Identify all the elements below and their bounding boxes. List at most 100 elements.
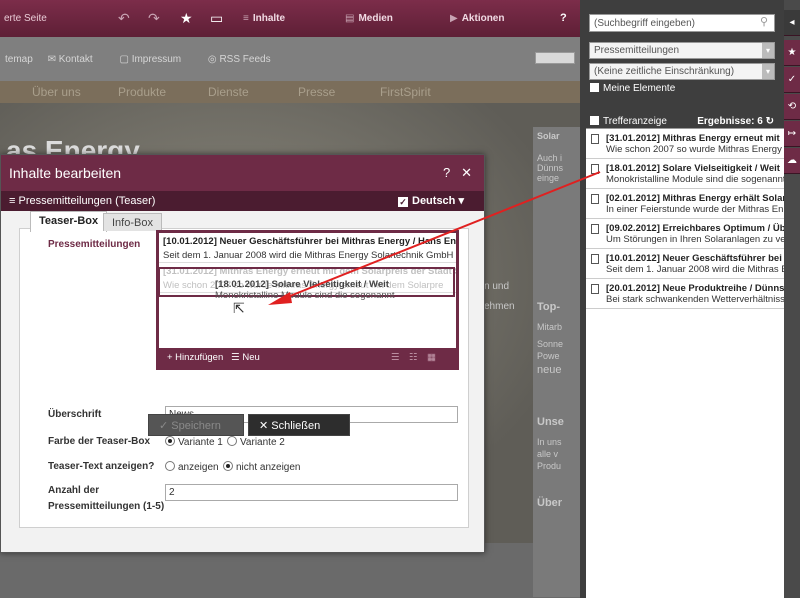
language-selector[interactable]: ✓ Deutsch ▾ <box>398 194 464 207</box>
tab-info-box[interactable]: Info-Box <box>103 213 162 231</box>
radio-label: anzeigen <box>178 462 219 473</box>
result-item[interactable]: [18.01.2012] Solare Vielseitigkeit / Wei… <box>586 159 784 189</box>
arrow-icon[interactable]: ↦ <box>784 121 800 147</box>
document-icon <box>591 254 599 264</box>
category-select[interactable]: Pressemitteilungen ▾ <box>589 42 775 59</box>
list-item-title: [10.01.2012] Neuer Geschäftsführer bei M… <box>163 236 456 247</box>
press-release-list[interactable]: [10.01.2012] Neuer Geschäftsführer bei M… <box>156 230 459 370</box>
save-button[interactable]: ✓ Speichern <box>148 414 244 436</box>
undo-icon[interactable]: ↶ <box>118 10 130 27</box>
menu-icon: ≡ <box>9 195 16 207</box>
radio-empty-icon <box>227 436 237 446</box>
radio-selected-icon <box>223 461 233 471</box>
help-button[interactable]: ? <box>560 12 567 24</box>
top-toolbar: erte Seite ↶ ↷ ★ ▭ ≡ Inhalte ▤ Medien ▶ Akt… <box>0 0 580 37</box>
dialog-close-icon[interactable]: ✕ <box>461 165 472 180</box>
nav-produkte[interactable]: Produkte <box>118 85 166 99</box>
result-item[interactable]: [10.01.2012] Neuer Geschäftsführer bei Se… <box>586 249 784 279</box>
col-line: neue <box>537 364 562 376</box>
result-summary: Seit dem 1. Januar 2008 wird die Mithras… <box>606 264 784 275</box>
result-list: [31.01.2012] Mithras Energy erneut mit Wi… <box>586 128 784 598</box>
redo-icon[interactable]: ↷ <box>148 10 160 27</box>
close-button[interactable]: ✕ Schließen <box>248 414 350 436</box>
nav-presse[interactable]: Presse <box>298 85 335 99</box>
collapse-icon[interactable]: ◂ <box>784 10 800 36</box>
my-elements-checkbox[interactable]: Meine Elemente <box>590 83 675 94</box>
menu-aktionen-label: Aktionen <box>461 13 505 24</box>
grid-view-icon[interactable]: ▦ <box>427 352 436 363</box>
hero-side-text: ehmen <box>484 301 515 312</box>
nav-dienste[interactable]: Dienste <box>208 85 249 99</box>
radio-nicht-anzeigen[interactable]: nicht anzeigen <box>223 461 301 473</box>
result-item[interactable]: [09.02.2012] Erreichbares Optimum / Üb Um… <box>586 219 784 249</box>
toplink-sitemap[interactable]: temap <box>5 54 33 65</box>
treffer-checkbox[interactable]: Trefferanzeige <box>590 116 667 127</box>
menu-inhalte-label: Inhalte <box>252 13 286 24</box>
add-button[interactable]: + Hinzufügen <box>167 352 223 363</box>
radio-variante-2[interactable]: Variante 2 <box>227 436 285 448</box>
toplink-kontakt-label: Kontakt <box>58 54 93 65</box>
search-input[interactable]: (Suchbegriff eingeben) <box>589 14 775 32</box>
site-right-column: Solar Auch i Dünns einge Top- Mitarb Son… <box>533 127 580 597</box>
favorites-icon[interactable]: ★ <box>784 40 800 66</box>
search-icon[interactable]: ⚲ <box>760 15 768 28</box>
cloud-icon[interactable]: ☁ <box>784 148 800 174</box>
result-summary: In einer Feierstunde wurde der Mithras E… <box>606 204 784 215</box>
page-label: erte Seite <box>4 13 47 24</box>
side-toolbar: ◂ ★ ✓ ⟲ ↦ ☁ <box>784 0 800 598</box>
toplink-rss[interactable]: ◎ RSS Feeds <box>208 54 283 65</box>
anzahl-input[interactable]: 2 <box>165 484 458 501</box>
check-icon: ✓ <box>159 420 169 432</box>
menu-medien[interactable]: ▤ Medien <box>345 13 393 24</box>
chevron-down-icon: ▾ <box>762 64 774 79</box>
menu-aktionen[interactable]: ▶ Aktionen <box>450 13 504 24</box>
new-button[interactable]: ☰ Neu <box>231 352 260 363</box>
right-line: einge <box>537 173 560 183</box>
checkbox-label: Meine Elemente <box>603 83 676 94</box>
radio-selected-icon <box>165 436 175 446</box>
checkbox-icon <box>590 83 599 92</box>
nav-ueber-uns[interactable]: Über uns <box>32 85 81 99</box>
toplink-impressum[interactable]: ▢ Impressum <box>119 54 193 65</box>
result-item[interactable]: [31.01.2012] Mithras Energy erneut mit Wi… <box>586 129 784 159</box>
result-summary: Monokristalline Module sind die sogenann… <box>606 174 784 185</box>
col-line: In uns <box>537 437 562 447</box>
label-anzahl: Anzahl der <box>48 485 100 496</box>
col-line: alle v <box>537 449 559 459</box>
refresh-icon[interactable]: ↻ <box>766 116 774 127</box>
nav-firstspirit[interactable]: FirstSpirit <box>380 85 431 99</box>
star-icon[interactable]: ★ <box>180 10 193 27</box>
list-item[interactable]: [10.01.2012] Neuer Geschäftsführer bei M… <box>159 233 456 263</box>
radio-anzeigen[interactable]: anzeigen <box>165 461 219 473</box>
detail-view-icon[interactable]: ☷ <box>409 352 418 363</box>
result-title: [20.01.2012] Neue Produktreihe / Dünns <box>606 283 784 294</box>
col-line: Sonne <box>537 339 564 349</box>
time-select[interactable]: (Keine zeitliche Einschränkung) ▾ <box>589 63 775 80</box>
col-line: Powe <box>537 351 560 361</box>
list-view-icon[interactable]: ☰ <box>391 352 400 363</box>
check-icon[interactable]: ✓ <box>784 67 800 93</box>
menu-medien-label: Medien <box>358 13 393 24</box>
col-line: Mitarb <box>537 322 563 332</box>
list-footer: + Hinzufügen ☰ Neu ☰ ☷ ▦ <box>159 348 456 367</box>
form-panel: Teaser-Box Info-Box Pressemitteilungen [… <box>19 211 469 528</box>
document-icon <box>591 284 599 294</box>
dialog-title: Inhalte bearbeiten <box>9 165 122 181</box>
result-item[interactable]: [02.01.2012] Mithras Energy erhält Solar… <box>586 189 784 219</box>
toplink-kontakt[interactable]: ✉ Kontakt <box>48 54 105 65</box>
dialog-help-button[interactable]: ? <box>443 165 450 180</box>
result-title: [31.01.2012] Mithras Energy erneut mit <box>606 133 780 144</box>
layout-icon[interactable]: ▭ <box>210 10 223 27</box>
radio-label: Variante 1 <box>178 437 223 448</box>
menu-inhalte[interactable]: ≡ Inhalte <box>243 13 285 24</box>
site-search-box[interactable] <box>535 52 575 64</box>
label-anzahl-2: Pressemitteilungen (1-5) <box>48 501 165 512</box>
col-line: Produ <box>537 461 562 471</box>
dialog-titlebar: Inhalte bearbeiten ? ✕ <box>1 155 484 191</box>
result-item[interactable]: [20.01.2012] Neue Produktreihe / Dünns Be… <box>586 279 784 309</box>
radio-variante-1[interactable]: Variante 1 <box>165 436 223 448</box>
document-icon <box>591 134 599 144</box>
history-icon[interactable]: ⟲ <box>784 94 800 120</box>
tab-teaser-box[interactable]: Teaser-Box <box>30 211 108 232</box>
result-title: [02.01.2012] Mithras Energy erhält Solar <box>606 193 784 204</box>
